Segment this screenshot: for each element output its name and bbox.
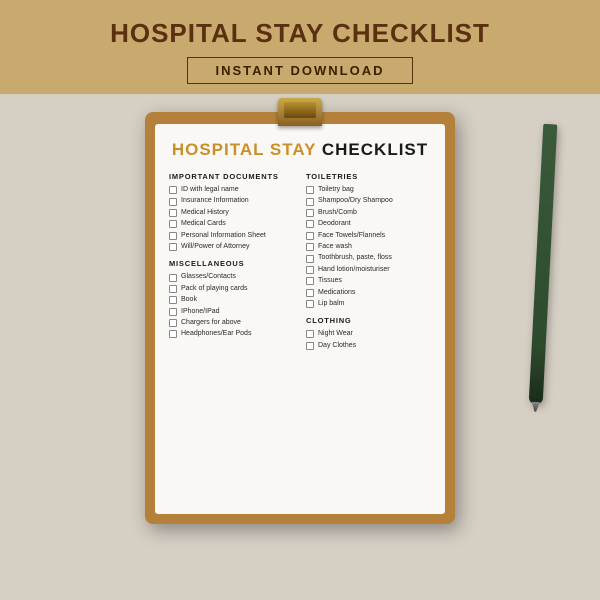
check-label: Face wash <box>318 243 352 251</box>
list-item: Face wash <box>306 243 431 251</box>
checkbox[interactable] <box>169 186 177 194</box>
list-item: Toiletry bag <box>306 186 431 194</box>
checkbox[interactable] <box>169 209 177 217</box>
check-label: Lip balm <box>318 300 344 308</box>
check-label: Personal Information Sheet <box>181 232 266 240</box>
check-label: Hand lotion/moisturiser <box>318 266 390 274</box>
list-item: Tissues <box>306 277 431 285</box>
check-label: IPhone/IPad <box>181 308 220 316</box>
section-title-docs: IMPORTANT DOCUMENTS <box>169 172 294 181</box>
list-item: ID with legal name <box>169 186 294 194</box>
list-item: Medical History <box>169 209 294 217</box>
list-item: Toothbrush, paste, floss <box>306 254 431 262</box>
check-label: Tissues <box>318 277 342 285</box>
check-label: Day Clothes <box>318 342 356 350</box>
pen <box>529 124 558 404</box>
section-title-clothing: CLOTHING <box>306 316 431 325</box>
list-item: Hand lotion/moisturiser <box>306 266 431 274</box>
checklist-paper: HOSPITAL STAY CHECKLIST IMPORTANT DOCUME… <box>155 124 445 514</box>
checkbox[interactable] <box>169 274 177 282</box>
check-label: Deodorant <box>318 220 351 228</box>
check-label: Toiletry bag <box>318 186 354 194</box>
list-item: Day Clothes <box>306 342 431 350</box>
list-item: Headphones/Ear Pods <box>169 330 294 338</box>
check-label: Chargers for above <box>181 319 241 327</box>
checkbox[interactable] <box>169 330 177 338</box>
checkbox[interactable] <box>169 296 177 304</box>
checkbox[interactable] <box>306 209 314 217</box>
right-column: TOILETRIES Toiletry bag Shampoo/Dry Sham… <box>306 172 431 353</box>
list-item: Chargers for above <box>169 319 294 327</box>
list-item: Night Wear <box>306 330 431 338</box>
checkbox[interactable] <box>169 243 177 251</box>
checklist-columns: IMPORTANT DOCUMENTS ID with legal name I… <box>169 172 431 353</box>
check-label: Pack of playing cards <box>181 285 248 293</box>
clipboard-area: HOSPITAL STAY CHECKLIST IMPORTANT DOCUME… <box>0 94 600 600</box>
list-item: Pack of playing cards <box>169 285 294 293</box>
checkbox[interactable] <box>169 308 177 316</box>
list-item: Personal Information Sheet <box>169 232 294 240</box>
checkbox[interactable] <box>306 255 314 263</box>
check-label: Book <box>181 296 197 304</box>
clipboard: HOSPITAL STAY CHECKLIST IMPORTANT DOCUME… <box>145 112 455 524</box>
section-title-misc: MISCELLANEOUS <box>169 259 294 268</box>
checkbox[interactable] <box>306 220 314 228</box>
list-item: Medical Cards <box>169 220 294 228</box>
paper-title-rest: CHECKLIST <box>322 140 428 159</box>
checkbox[interactable] <box>169 220 177 228</box>
checkbox[interactable] <box>306 243 314 251</box>
instant-download-box: INSTANT DOWNLOAD <box>187 57 414 84</box>
banner-title: HOSPITAL STAY CHECKLIST <box>20 18 580 49</box>
checkbox[interactable] <box>306 277 314 285</box>
list-item: Glasses/Contacts <box>169 273 294 281</box>
list-item: Face Towels/Flannels <box>306 232 431 240</box>
checkbox[interactable] <box>306 300 314 308</box>
checkbox[interactable] <box>306 232 314 240</box>
list-item: Insurance Information <box>169 197 294 205</box>
paper-title: HOSPITAL STAY CHECKLIST <box>169 140 431 160</box>
section-title-toiletries: TOILETRIES <box>306 172 431 181</box>
list-item: Book <box>169 296 294 304</box>
check-label: Headphones/Ear Pods <box>181 330 251 338</box>
left-column: IMPORTANT DOCUMENTS ID with legal name I… <box>169 172 294 353</box>
check-label: ID with legal name <box>181 186 239 194</box>
clipboard-clip <box>278 98 322 126</box>
check-label: Will/Power of Attorney <box>181 243 249 251</box>
list-item: Lip balm <box>306 300 431 308</box>
list-item: Medications <box>306 289 431 297</box>
checkbox[interactable] <box>169 232 177 240</box>
check-label: Medical History <box>181 209 229 217</box>
checkbox[interactable] <box>306 330 314 338</box>
checkbox[interactable] <box>306 342 314 350</box>
check-label: Toothbrush, paste, floss <box>318 254 392 262</box>
checkbox[interactable] <box>169 319 177 327</box>
check-label: Face Towels/Flannels <box>318 232 385 240</box>
list-item: Brush/Comb <box>306 209 431 217</box>
list-item: IPhone/IPad <box>169 308 294 316</box>
check-label: Medical Cards <box>181 220 226 228</box>
check-label: Night Wear <box>318 330 353 338</box>
checkbox[interactable] <box>306 289 314 297</box>
top-banner: HOSPITAL STAY CHECKLIST INSTANT DOWNLOAD <box>0 0 600 94</box>
list-item: Shampoo/Dry Shampoo <box>306 197 431 205</box>
check-label: Medications <box>318 289 355 297</box>
checkbox[interactable] <box>169 285 177 293</box>
check-label: Glasses/Contacts <box>181 273 236 281</box>
check-label: Insurance Information <box>181 197 249 205</box>
checkbox[interactable] <box>169 198 177 206</box>
list-item: Will/Power of Attorney <box>169 243 294 251</box>
check-label: Shampoo/Dry Shampoo <box>318 197 393 205</box>
checkbox[interactable] <box>306 266 314 274</box>
instant-download-text: INSTANT DOWNLOAD <box>216 63 385 78</box>
check-label: Brush/Comb <box>318 209 357 217</box>
checkbox[interactable] <box>306 198 314 206</box>
paper-title-highlight: HOSPITAL STAY <box>172 140 322 159</box>
checkbox[interactable] <box>306 186 314 194</box>
list-item: Deodorant <box>306 220 431 228</box>
